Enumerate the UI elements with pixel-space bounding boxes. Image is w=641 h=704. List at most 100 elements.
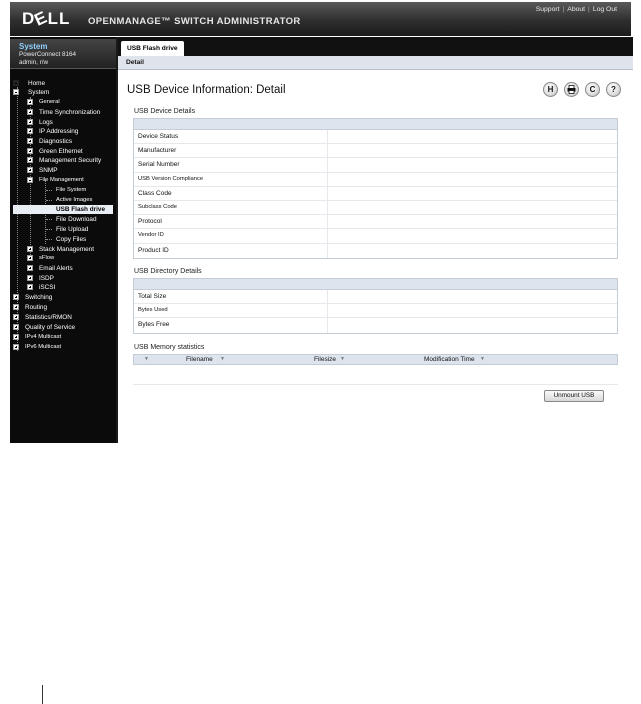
help-icon[interactable]: ? [606, 82, 621, 97]
device-details-panel: Device Status Manufacturer Serial Number… [133, 118, 618, 259]
sort-icon[interactable]: ▼ [340, 356, 345, 362]
expand-icon [27, 284, 33, 290]
table-row: Vendor ID [134, 229, 617, 244]
sort-icon[interactable]: ▼ [480, 356, 485, 362]
expand-icon [13, 334, 19, 340]
panel-header [134, 119, 617, 130]
about-link[interactable]: About [567, 6, 585, 13]
nav-management-security[interactable]: Management Security [27, 156, 101, 165]
table-row: Class Code [134, 186, 617, 201]
tree-branch [46, 229, 52, 230]
nav-copy-files[interactable]: Copy Files [56, 235, 86, 244]
table-row: Bytes Used [134, 304, 617, 319]
nav-ipv6-multicast[interactable]: IPv6 Multicast [13, 343, 61, 352]
nav-sflow[interactable]: sFlow [27, 254, 54, 263]
expand-icon [13, 304, 19, 310]
table-row: Protocol [134, 215, 617, 230]
nav-diagnostics[interactable]: Diagnostics [27, 137, 72, 146]
sidebar: System PowerConnect 8164 admin, r/w Home… [10, 37, 116, 443]
system-user: admin, r/w [19, 59, 49, 66]
expand-icon [27, 119, 33, 125]
expand-icon [13, 294, 19, 300]
table-row: Device Status [134, 130, 617, 145]
nav-statistics-rmon[interactable]: Statistics/RMON [13, 313, 72, 322]
device-details-title: USB Device Details [134, 108, 196, 115]
table-row: Subclass Code [134, 200, 617, 216]
directory-details-title: USB Directory Details [134, 268, 202, 275]
sort-icon[interactable]: ▼ [220, 356, 225, 362]
nav-home[interactable]: Home [13, 79, 45, 88]
tree-branch [46, 239, 52, 240]
sort-icon[interactable]: ▼ [144, 356, 149, 362]
subtab-detail[interactable]: Detail [126, 58, 144, 68]
nav-switching[interactable]: Switching [13, 293, 52, 302]
nav-usb-flash-drive[interactable]: USB Flash drive [13, 205, 113, 214]
dell-logo: DELL [22, 7, 71, 30]
expand-icon [27, 128, 33, 134]
expand-icon [13, 314, 19, 320]
expand-icon [27, 265, 33, 271]
panel-header [134, 279, 617, 290]
nav-iscsi[interactable]: iSCSI [27, 283, 55, 292]
expand-icon [27, 157, 33, 163]
home-icon [13, 80, 19, 86]
nav-green-ethernet[interactable]: Green Ethernet [27, 147, 83, 156]
table-row: Serial Number [134, 158, 617, 173]
col-filename[interactable]: Filename [186, 356, 213, 363]
tree-branch [46, 219, 52, 220]
collapse-icon [13, 89, 19, 95]
nav-time-sync[interactable]: Time Synchronization [27, 108, 100, 117]
tab-strip: USB Flash drive [118, 37, 633, 56]
nav-file-system[interactable]: File System [56, 186, 86, 195]
nav-ip-addressing[interactable]: IP Addressing [27, 127, 78, 136]
memory-stats-header: ▼ Filename ▼ Filesize ▼ Modification Tim… [133, 354, 618, 365]
nav-file-download[interactable]: File Download [56, 215, 97, 224]
table-row: USB Version Compliance [134, 172, 617, 187]
page-title: USB Device Information: Detail [127, 84, 286, 96]
print-icon[interactable] [564, 82, 579, 97]
nav-system[interactable]: System [13, 88, 49, 97]
nav-isdp[interactable]: ISDP [27, 274, 54, 283]
nav-routing[interactable]: Routing [13, 303, 47, 312]
tab-usb-flash-drive[interactable]: USB Flash drive [121, 41, 184, 56]
directory-details-panel: Total Size Bytes Used Bytes Free [133, 278, 618, 334]
nav-snmp[interactable]: SNMP [27, 166, 57, 175]
unmount-usb-button[interactable]: Unmount USB [544, 390, 604, 402]
nav-stack-management[interactable]: Stack Management [27, 245, 94, 254]
expand-icon [27, 109, 33, 115]
col-filesize[interactable]: Filesize [314, 356, 336, 363]
table-row: Manufacturer [134, 144, 617, 159]
app-header: DELL OPENMANAGE™ SWITCH ADMINISTRATOR Su… [10, 2, 631, 36]
expand-icon [27, 138, 33, 144]
expand-icon [13, 324, 19, 330]
expand-icon [27, 148, 33, 154]
page-margin-mark [42, 685, 43, 704]
system-model: PowerConnect 8164 [19, 51, 77, 58]
col-modification-time[interactable]: Modification Time [424, 356, 475, 363]
nav-file-upload[interactable]: File Upload [56, 225, 88, 234]
expand-icon [13, 344, 19, 350]
main-content: USB Flash drive Detail USB Device Inform… [116, 37, 633, 443]
memory-stats-body [133, 365, 618, 385]
tree-branch [46, 200, 52, 201]
table-row: Product ID [134, 243, 617, 258]
nav-email-alerts[interactable]: Email Alerts [27, 264, 73, 273]
nav-ipv4-multicast[interactable]: IPv4 Multicast [13, 333, 61, 342]
nav-file-management[interactable]: File Management [27, 176, 84, 185]
system-title[interactable]: System [19, 42, 47, 51]
save-icon[interactable]: H [543, 82, 558, 97]
support-link[interactable]: Support [536, 6, 560, 13]
nav-general[interactable]: General [27, 98, 60, 107]
expand-icon [27, 99, 33, 105]
logout-link[interactable]: Log Out [593, 6, 617, 13]
nav-logs[interactable]: Logs [27, 118, 53, 127]
expand-icon [27, 275, 33, 281]
nav-qos[interactable]: Quality of Service [13, 323, 75, 332]
expand-icon [27, 167, 33, 173]
nav-active-images[interactable]: Active Images [56, 196, 92, 205]
refresh-icon[interactable]: C [585, 82, 600, 97]
collapse-icon [27, 177, 33, 183]
system-info-box: System PowerConnect 8164 admin, r/w [10, 39, 116, 69]
table-row: Bytes Free [134, 318, 617, 333]
memory-stats-title: USB Memory statistics [134, 344, 205, 351]
